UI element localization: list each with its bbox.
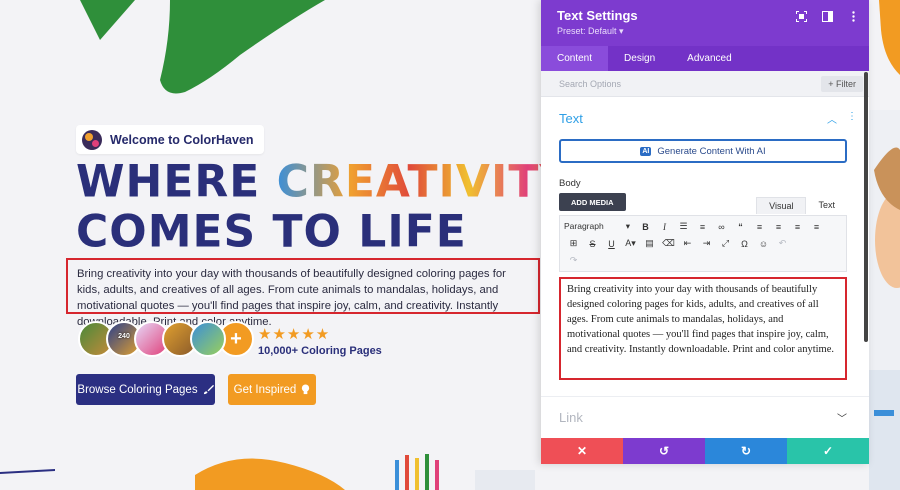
avatar-stack: 240 + [78,321,254,357]
chevron-down-icon: ﹀ [837,414,847,425]
tab-advanced[interactable]: Advanced [671,46,747,71]
tab-design[interactable]: Design [608,46,671,71]
avatar [190,321,226,357]
fullscreen-editor-icon[interactable]: ⤢ [716,238,735,249]
child-photo [869,110,900,490]
body-editor-content[interactable]: Bring creativity into your day with thou… [559,277,847,380]
rating-block: ★★★★★ 10,000+ Coloring Pages [258,325,382,357]
get-inspired-label: Get Inspired [233,383,297,396]
emoji-icon[interactable]: ☺ [754,239,773,249]
checkmark-icon: ✓ [822,444,834,458]
get-inspired-button[interactable]: Get Inspired [228,374,316,405]
search-options-input[interactable]: Search Options [559,79,621,89]
header-icons [795,10,859,22]
welcome-text: Welcome to ColorHaven [110,132,254,147]
body-label: Body [559,178,581,189]
lightbulb-icon [302,384,310,395]
link-section-header[interactable]: Link ﹀ [541,396,869,438]
blockquote-icon[interactable]: “ [731,222,750,232]
browse-button-label: Browse Coloring Pages [77,383,198,396]
headline-line-1: WHERE CREATIVITY [76,159,572,205]
redo-icon[interactable]: ↷ [564,255,583,266]
hero-body-text[interactable]: Bring creativity into your day with thou… [66,258,540,328]
undo-arrow-icon: ↺ [658,444,670,458]
panel-action-bar: ✕ ↺ ↻ ✓ [541,438,869,464]
align-center-icon[interactable]: ≡ [769,222,788,232]
table-icon[interactable]: ⊞ [564,238,583,249]
split-view-icon[interactable] [821,10,833,22]
editor-top-bar: ADD MEDIA Visual Text [559,193,847,215]
toolbar-row-1: Paragraph ▾ B I ☰ ≡ ∞ “ ≡ ≡ ≡ ≡ [564,218,842,235]
orange-corner-shape [879,0,900,75]
editor-mode-tabs: Visual Text [756,197,847,214]
bold-icon[interactable]: B [636,222,655,232]
filter-button[interactable]: + Filter [821,75,863,92]
chevron-up-icon[interactable]: ︿ [827,111,837,126]
text-section-header[interactable]: Text ︿ ⋮ [541,97,869,139]
align-right-icon[interactable]: ≡ [788,222,807,232]
section-title: Text [559,110,583,126]
redo-arrow-icon: ↻ [740,444,752,458]
close-icon: ✕ [576,444,588,458]
cancel-button[interactable]: ✕ [541,438,623,464]
tab-visual[interactable]: Visual [756,197,807,214]
tab-content[interactable]: Content [541,46,609,71]
ai-icon: AI [640,146,652,156]
paintbrush-icon [203,384,214,395]
navy-brush-stroke [0,469,55,474]
numbered-list-icon[interactable]: ≡ [693,222,712,232]
toolbar-row-2: ⊞ S U A▾ ▤ ⌫ ⇤ ⇥ ⤢ Ω ☺ ↶ [564,235,842,252]
text-color-icon[interactable]: A▾ [621,238,640,249]
more-options-icon[interactable] [847,10,859,22]
welcome-pill: Welcome to ColorHaven [76,125,264,154]
link-section-title: Link [559,410,583,425]
editor-toolbar: Paragraph ▾ B I ☰ ≡ ∞ “ ≡ ≡ ≡ ≡ ⊞ S U A▾ … [559,215,847,272]
underline-icon[interactable]: U [602,239,621,249]
colorhaven-logo-icon [82,129,102,150]
green-brush-shape [80,0,325,94]
preset-dropdown[interactable]: Preset: Default ▾ [557,26,853,37]
rating-text: 10,000+ Coloring Pages [258,345,382,357]
clear-format-icon[interactable]: ⌫ [659,238,678,249]
generate-ai-label: Generate Content With AI [657,145,766,157]
panel-header: Text Settings Preset: Default ▾ [541,0,869,46]
chevron-down-icon: ▾ [625,221,630,231]
outdent-icon[interactable]: ⇥ [697,238,716,249]
special-char-icon[interactable]: Ω [735,239,754,249]
headline-word-where: WHERE [76,155,277,208]
align-left-icon[interactable]: ≡ [750,222,769,232]
section-controls: ︿ ⋮ [827,111,857,126]
browse-coloring-pages-button[interactable]: Browse Coloring Pages [76,374,215,405]
toolbar-row-3: ↷ [564,252,842,269]
add-media-button[interactable]: ADD MEDIA [559,193,626,211]
fullscreen-icon[interactable] [795,10,807,22]
tab-text[interactable]: Text [806,197,847,214]
link-icon[interactable]: ∞ [712,222,731,232]
align-justify-icon[interactable]: ≡ [807,222,826,232]
bullet-list-icon[interactable]: ☰ [674,221,693,232]
redo-button[interactable]: ↻ [705,438,787,464]
text-settings-panel: Text Settings Preset: Default ▾ Content … [541,0,869,464]
star-rating-icon: ★★★★★ [258,326,331,343]
panel-scrollbar[interactable] [864,72,868,342]
headline-line-2: COMES TO LIFE [76,205,467,258]
indent-icon[interactable]: ⇤ [678,238,697,249]
search-options-row: Search Options + Filter [541,71,869,97]
settings-tabs: Content Design Advanced [541,46,869,71]
orange-brush-shape [195,458,345,490]
undo-button[interactable]: ↺ [623,438,705,464]
italic-icon[interactable]: I [655,222,674,232]
generate-ai-button[interactable]: AI Generate Content With AI [559,139,847,163]
save-button[interactable]: ✓ [787,438,869,464]
section-more-icon[interactable]: ⋮ [847,111,857,126]
paste-text-icon[interactable]: ▤ [640,238,659,249]
paragraph-format-select[interactable]: Paragraph ▾ [564,221,636,232]
headline-word-creativity: CREATIVITY [276,155,573,208]
undo-icon[interactable]: ↶ [773,238,792,249]
strikethrough-icon[interactable]: S [583,239,602,249]
crayons-photo [395,454,535,490]
